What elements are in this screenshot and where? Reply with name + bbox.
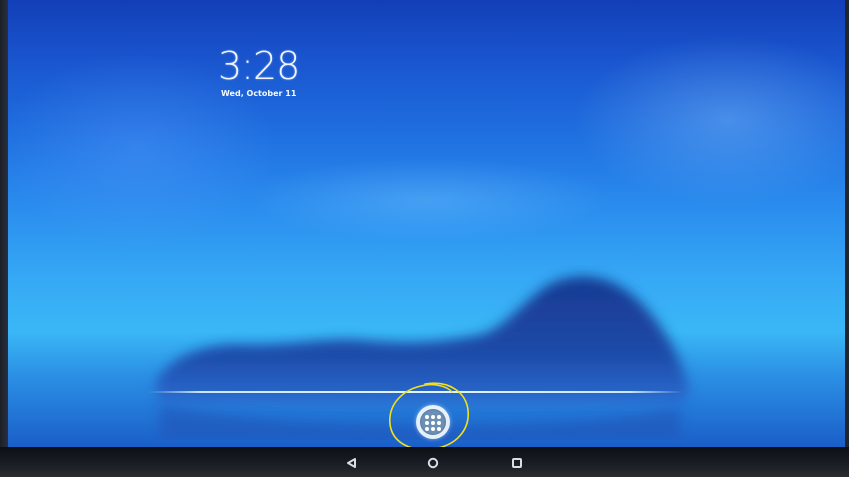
all-apps-grid-icon (420, 409, 446, 435)
horizon-line (148, 391, 683, 393)
home-circle-icon[interactable] (422, 455, 444, 471)
tablet-screen: 3:28 Wed, October 11 (0, 0, 849, 477)
all-apps-button[interactable] (416, 405, 450, 439)
navigation-bar (0, 447, 849, 477)
recents-square-icon[interactable] (506, 455, 528, 471)
lockscreen-date: Wed, October 11 (221, 89, 297, 98)
back-triangle-icon[interactable] (341, 455, 363, 471)
lockscreen-clock: 3:28 (218, 44, 300, 88)
